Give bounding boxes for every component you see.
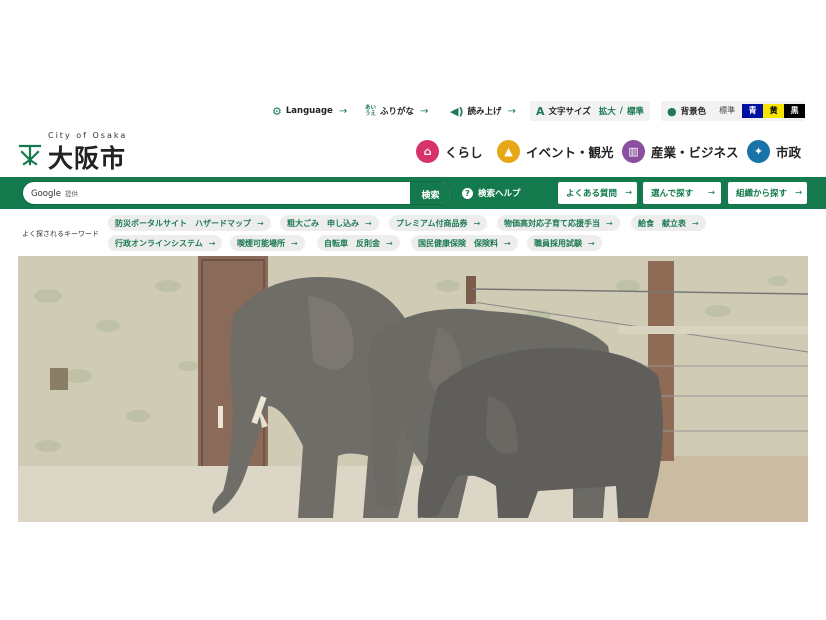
text-size-standard-button[interactable]: 標準	[627, 105, 644, 117]
arrow-right-icon: →	[795, 188, 803, 198]
language-label: Language	[285, 106, 333, 116]
popular-keywords-label: よく探されるキーワード	[22, 230, 99, 238]
search-help-label: 検索ヘルプ	[478, 189, 521, 199]
nav-business[interactable]: ▥ 産業・ビジネス	[622, 139, 739, 163]
org-search-label: 組織から探す	[736, 189, 788, 199]
text-size-label: 文字サイズ	[548, 107, 591, 117]
keyword-chip[interactable]: 給食 献立表 →	[631, 215, 706, 231]
keyword-chip[interactable]: 自転車 反則金 →	[317, 235, 400, 251]
read-aloud-label: 読み上げ	[467, 107, 502, 117]
furigana-link[interactable]: あい うえ ふりがな →	[365, 101, 428, 121]
search-input[interactable]	[93, 184, 403, 203]
hero-image	[18, 256, 808, 522]
bg-standard-button[interactable]: 標準	[712, 104, 743, 118]
language-link[interactable]: ⚙ Language →	[272, 101, 347, 121]
furigana-label: ふりがな	[380, 107, 415, 117]
nav-shisei[interactable]: ✦ 市政	[747, 139, 801, 163]
arrow-right-icon: →	[504, 238, 511, 248]
text-size-separator: /	[619, 106, 623, 116]
keyword-chip[interactable]: 国民健康保険 保険料 →	[411, 235, 518, 251]
speaker-icon: ◀)	[450, 104, 464, 118]
keyword-chip[interactable]: 粗大ごみ 申し込み →	[280, 215, 379, 231]
utility-bar: ⚙ Language → あい うえ ふりがな → ◀) 読み上げ → A 文字サ…	[0, 101, 826, 123]
help-icon: ?	[462, 187, 473, 199]
search-box: Google 提供 検索	[22, 181, 452, 205]
arrow-right-icon: →	[291, 238, 298, 248]
arrow-right-icon: →	[707, 188, 715, 198]
nav-events-label: イベント・観光	[526, 144, 614, 160]
background-color-control: ● 背景色 標準 青 黄 黒	[661, 101, 806, 121]
arrow-right-icon: →	[625, 188, 633, 198]
text-size-icon: A	[536, 104, 545, 118]
arrow-right-icon: →	[208, 238, 216, 248]
keyword-chip[interactable]: 職員採用試験 →	[527, 235, 602, 251]
city-hall-icon: ✦	[747, 139, 770, 163]
furigana-icon: あい うえ	[365, 105, 377, 117]
arrow-right-icon: →	[606, 218, 613, 228]
nav-shisei-label: 市政	[776, 144, 802, 160]
choose-search-label: 選んで探す	[651, 189, 694, 199]
nav-kurashi[interactable]: ⌂ くらし	[416, 139, 483, 163]
nav-events-tourism[interactable]: ▲ イベント・観光	[497, 139, 614, 163]
bg-blue-button[interactable]: 青	[742, 104, 764, 118]
elephants-photo	[18, 256, 808, 522]
org-search-button[interactable]: 組織から探す →	[728, 182, 807, 204]
arrow-right-icon: →	[692, 218, 699, 228]
arrow-right-icon: →	[588, 238, 595, 248]
read-aloud-link[interactable]: ◀) 読み上げ →	[450, 101, 516, 121]
choose-search-button[interactable]: 選んで探す →	[643, 182, 721, 204]
keyword-chip[interactable]: プレミアム付商品券 →	[389, 215, 488, 231]
keyword-chip[interactable]: 防災ポータルサイト ハザードマップ →	[108, 215, 271, 231]
keyword-chip[interactable]: 物価高対応子育て応援手当 →	[497, 215, 620, 231]
house-icon: ⌂	[416, 139, 439, 163]
faq-button[interactable]: よくある質問 →	[558, 182, 637, 204]
bg-black-button[interactable]: 黒	[784, 104, 806, 118]
nav-kurashi-label: くらし	[445, 144, 483, 160]
faq-label: よくある質問	[566, 189, 618, 199]
background-color-label: 背景色	[680, 107, 707, 117]
main-nav: ⌂ くらし ▲ イベント・観光 ▥ 産業・ビジネス ✦ 市政	[0, 139, 826, 163]
arrow-right-icon: →	[507, 105, 516, 117]
text-size-enlarge-button[interactable]: 拡大	[599, 105, 616, 117]
arrow-right-icon: →	[257, 218, 264, 228]
arrow-right-icon: →	[365, 218, 372, 228]
nav-business-label: 産業・ビジネス	[651, 144, 739, 160]
arrow-right-icon: →	[338, 105, 348, 117]
arrow-right-icon: →	[420, 105, 429, 117]
search-help-link[interactable]: ? 検索ヘルプ	[462, 187, 521, 199]
palette-icon: ●	[667, 104, 677, 118]
castle-icon: ▲	[497, 139, 520, 163]
search-band: Google 提供 検索 ? 検索ヘルプ よくある質問 → 選んで探す → 組織か…	[0, 177, 826, 209]
google-provider: Google 提供	[31, 189, 78, 199]
arrow-right-icon: →	[473, 218, 481, 228]
keyword-chip[interactable]: 行政オンラインシステム →	[108, 235, 223, 251]
building-icon: ▥	[622, 139, 645, 163]
keyword-chip[interactable]: 喫煙可能場所 →	[230, 235, 305, 251]
text-size-control: A 文字サイズ 拡大 / 標準	[530, 101, 650, 121]
bg-yellow-button[interactable]: 黄	[763, 104, 785, 118]
search-button[interactable]: 検索	[409, 182, 451, 204]
arrow-right-icon: →	[386, 238, 393, 248]
translate-icon: ⚙	[272, 104, 282, 118]
